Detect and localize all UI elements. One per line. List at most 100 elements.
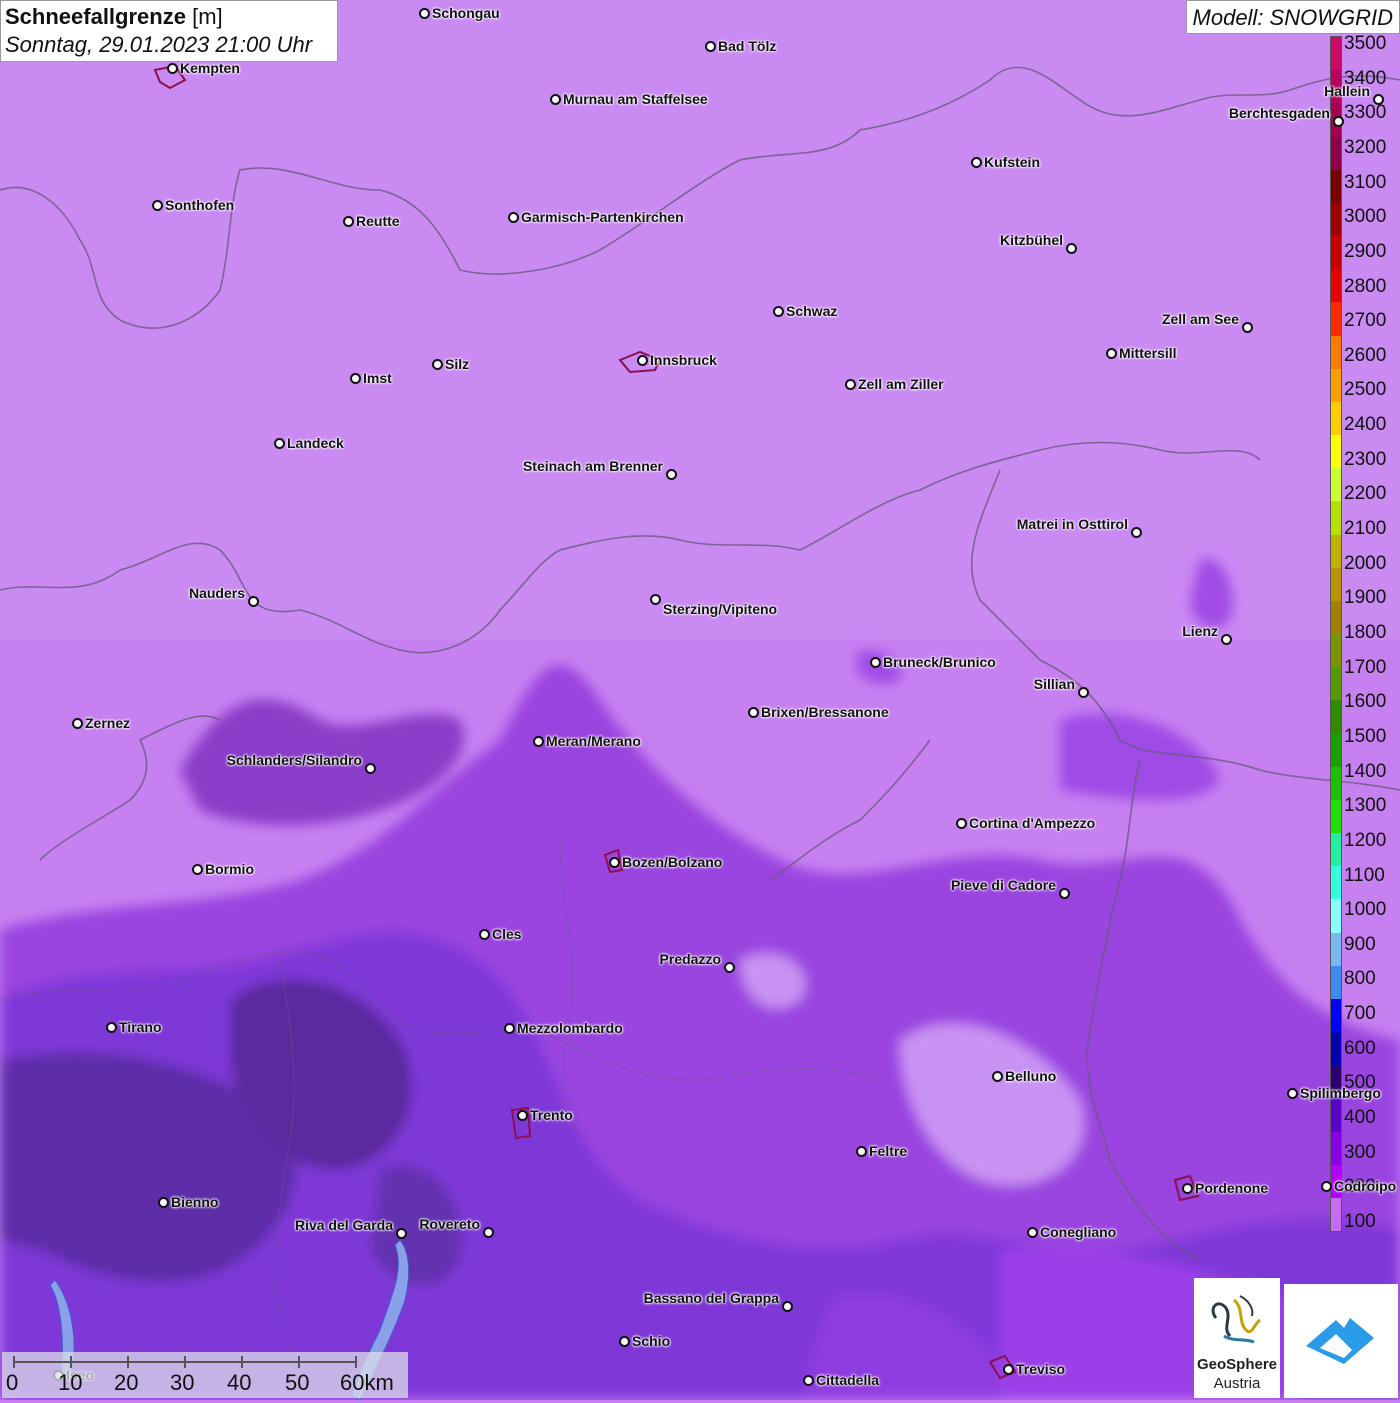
legend-color-segment — [1331, 169, 1341, 204]
city-marker-icon[interactable] — [106, 1022, 117, 1033]
city-marker-icon[interactable] — [432, 359, 443, 370]
legend-color-segment — [1331, 335, 1341, 370]
app-logo[interactable] — [1284, 1284, 1398, 1398]
city-label: Sillian — [1033, 676, 1075, 692]
legend-label: 2800 — [1344, 275, 1387, 297]
city-marker-icon[interactable] — [1333, 116, 1344, 127]
city-marker-icon[interactable] — [504, 1023, 515, 1034]
city-marker-icon[interactable] — [343, 216, 354, 227]
city-marker-icon[interactable] — [971, 157, 982, 168]
city-marker-icon[interactable] — [1221, 634, 1232, 645]
scale-label: 10 — [58, 1370, 83, 1395]
legend-color-segment — [1331, 501, 1341, 535]
city-marker-icon[interactable] — [533, 736, 544, 747]
city-label: Codroipo — [1334, 1178, 1397, 1194]
city-marker-icon[interactable] — [803, 1375, 814, 1386]
city-marker-icon[interactable] — [419, 8, 430, 19]
city-marker-icon[interactable] — [167, 63, 178, 74]
legend-label: 2900 — [1344, 240, 1387, 262]
city-marker-icon[interactable] — [856, 1146, 867, 1157]
legend-label: 1300 — [1344, 795, 1387, 817]
city-marker-icon[interactable] — [782, 1301, 793, 1312]
city-marker-icon[interactable] — [365, 763, 376, 774]
city-marker-icon[interactable] — [508, 212, 519, 223]
city-marker-icon[interactable] — [650, 594, 661, 605]
legend-color-segment — [1331, 799, 1341, 834]
city-label: Silz — [445, 356, 470, 372]
city-label: Meran/Merano — [546, 733, 641, 749]
city-marker-icon[interactable] — [72, 718, 83, 729]
city-marker-icon[interactable] — [1027, 1227, 1038, 1238]
city-marker-icon[interactable] — [192, 864, 203, 875]
city-label: Berchtesgaden — [1228, 105, 1330, 121]
city-label: Mittersill — [1119, 345, 1177, 361]
city-marker-icon[interactable] — [350, 373, 361, 384]
legend-label: 900 — [1344, 933, 1376, 955]
city-marker-icon[interactable] — [1078, 687, 1089, 698]
city-label: Schongau — [432, 5, 500, 21]
legend-label: 2200 — [1344, 483, 1387, 505]
legend-color-segment — [1331, 1131, 1341, 1166]
city-marker-icon[interactable] — [705, 41, 716, 52]
city-marker-icon[interactable] — [1242, 322, 1253, 333]
legend-label: 1500 — [1344, 725, 1387, 747]
city-label: Bassano del Grappa — [643, 1290, 779, 1306]
city-marker-icon[interactable] — [517, 1110, 528, 1121]
city-marker-icon[interactable] — [870, 657, 881, 668]
city-marker-icon[interactable] — [248, 596, 259, 607]
city-label: Pieve di Cadore — [950, 877, 1056, 893]
city-marker-icon[interactable] — [274, 438, 285, 449]
city-label: Imst — [363, 370, 392, 386]
city-label: Kufstein — [984, 154, 1040, 170]
forecast-datetime: Sonntag, 29.01.2023 21:00 Uhr — [5, 32, 313, 57]
city-marker-icon[interactable] — [666, 469, 677, 480]
city-marker-icon[interactable] — [637, 355, 648, 366]
scale-label: 60km — [340, 1370, 394, 1395]
map-title: Schneefallgrenze [m] — [5, 4, 223, 29]
city-marker-icon[interactable] — [845, 379, 856, 390]
legend-label: 2600 — [1344, 344, 1387, 366]
city-marker-icon[interactable] — [1106, 348, 1117, 359]
city-marker-icon[interactable] — [992, 1071, 1003, 1082]
geosphere-austria-logo[interactable]: GeoSphere Austria — [1194, 1278, 1280, 1398]
city-marker-icon[interactable] — [1003, 1364, 1014, 1375]
app-mountain-icon — [1306, 1318, 1374, 1364]
city-marker-icon[interactable] — [1373, 94, 1384, 105]
city-marker-icon[interactable] — [724, 962, 735, 973]
city-marker-icon[interactable] — [479, 929, 490, 940]
city-label: Cles — [492, 926, 522, 942]
city-label: Bruneck/Brunico — [883, 654, 996, 670]
city-marker-icon[interactable] — [1287, 1088, 1298, 1099]
legend-color-segment — [1331, 534, 1341, 569]
legend-label: 1000 — [1344, 899, 1387, 921]
city-marker-icon[interactable] — [396, 1228, 407, 1239]
legend-color-segment — [1331, 932, 1341, 967]
legend-label: 1100 — [1344, 864, 1385, 886]
city-marker-icon[interactable] — [483, 1227, 494, 1238]
city-marker-icon[interactable] — [1182, 1183, 1193, 1194]
legend-color-segment — [1331, 37, 1341, 71]
legend-color-segment — [1331, 468, 1341, 502]
city-marker-icon[interactable] — [1321, 1181, 1332, 1192]
city-marker-icon[interactable] — [748, 707, 759, 718]
scale-label: 50 — [285, 1370, 310, 1395]
city-marker-icon[interactable] — [152, 200, 163, 211]
city-marker-icon[interactable] — [956, 818, 967, 829]
geosphere-name: GeoSphere — [1196, 1356, 1278, 1373]
city-label: Spilimbergo — [1300, 1085, 1381, 1101]
city-marker-icon[interactable] — [619, 1336, 630, 1347]
city-label: Mezzolombardo — [517, 1020, 623, 1036]
city-marker-icon[interactable] — [1131, 527, 1142, 538]
city-label: Nauders — [188, 585, 245, 601]
city-marker-icon[interactable] — [1059, 888, 1070, 899]
city-marker-icon[interactable] — [773, 306, 784, 317]
city-marker-icon[interactable] — [550, 94, 561, 105]
city-marker-icon[interactable] — [609, 857, 620, 868]
city-marker-icon[interactable] — [1066, 243, 1077, 254]
legend-color-segment — [1331, 667, 1341, 701]
map-title-box: Schneefallgrenze [m] Sonntag, 29.01.2023… — [0, 0, 338, 62]
city-label: Trento — [530, 1107, 573, 1123]
city-label: Garmisch-Partenkirchen — [521, 209, 684, 225]
city-marker-icon[interactable] — [158, 1197, 169, 1208]
city-label: Kitzbühel — [1000, 232, 1063, 248]
